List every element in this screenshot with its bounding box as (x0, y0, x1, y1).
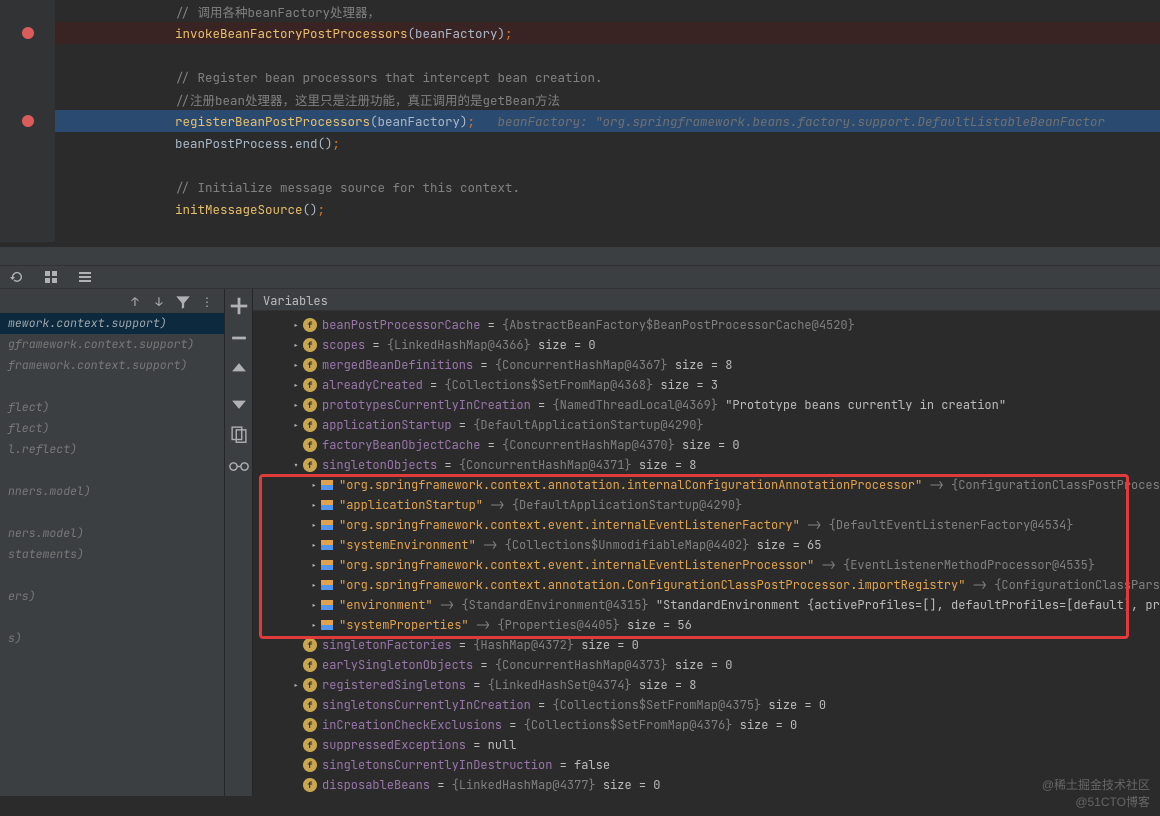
field-icon: f (303, 658, 317, 672)
variable-row[interactable]: ▸fapplicationStartup = {DefaultApplicati… (253, 415, 1160, 435)
variable-row[interactable]: fearlySingletonObjects = {ConcurrentHash… (253, 655, 1160, 675)
field-icon: f (303, 358, 317, 372)
chevron-right-icon[interactable]: ▸ (289, 319, 303, 332)
stack-frame[interactable]: ners.model) (0, 523, 224, 544)
stack-frame[interactable]: nners.model) (0, 481, 224, 502)
stack-frame[interactable]: l.reflect) (0, 439, 224, 460)
settings-icon[interactable] (74, 266, 96, 288)
field-icon: f (303, 418, 317, 432)
chevron-right-icon[interactable]: ▸ (289, 399, 303, 412)
field-icon: f (303, 398, 317, 412)
chevron-right-icon[interactable]: ▸ (289, 339, 303, 352)
variable-row[interactable]: ▸fregisteredSingletons = {LinkedHashSet@… (253, 675, 1160, 695)
code-call: registerBeanPostProcessors (175, 113, 370, 130)
add-watch-icon[interactable] (228, 295, 250, 317)
variable-row[interactable]: fsingletonsCurrentlyInCreation = {Collec… (253, 695, 1160, 715)
code-comment: //注册bean处理器，这里只是注册功能，真正调用的是getBean方法 (175, 92, 560, 109)
stack-frame[interactable]: statements) (0, 544, 224, 565)
variable-row[interactable]: ▾fsingletonObjects = {ConcurrentHashMap@… (253, 455, 1160, 475)
field-icon: f (303, 778, 317, 792)
glasses-icon[interactable] (228, 455, 250, 477)
code-comment: // 调用各种beanFactory处理器， (175, 4, 380, 21)
chevron-right-icon[interactable]: ▸ (289, 359, 303, 372)
code-call: initMessageSource (175, 201, 303, 218)
stack-frame[interactable]: gframework.context.support) (0, 334, 224, 355)
code-call: invokeBeanFactoryPostProcessors (175, 25, 408, 42)
stack-frame[interactable]: flect) (0, 418, 224, 439)
stack-frame[interactable]: framework.context.support) (0, 355, 224, 376)
stack-frame[interactable] (0, 649, 224, 670)
watermark: @稀土掘金技术社区 @51CTO博客 (1042, 776, 1150, 810)
variable-row[interactable]: ▸fbeanPostProcessorCache = {AbstractBean… (253, 315, 1160, 335)
grid-icon[interactable] (40, 266, 62, 288)
more-icon[interactable]: ⋮ (198, 293, 216, 311)
variables-tab[interactable]: Variables (253, 289, 1160, 311)
breakpoint-icon[interactable] (22, 115, 34, 127)
field-icon: f (303, 378, 317, 392)
chevron-right-icon[interactable]: ▸ (289, 379, 303, 392)
copy-icon[interactable] (228, 423, 250, 445)
stack-frame[interactable] (0, 502, 224, 523)
variable-row[interactable]: ▸falreadyCreated = {Collections$SetFromM… (253, 375, 1160, 395)
field-icon: f (303, 678, 317, 692)
debug-toolbar (0, 265, 1160, 289)
variable-row[interactable]: fsuppressedExceptions = null (253, 735, 1160, 755)
frames-panel: ↑ ↓ ⋮ mework.context.support)gframework.… (0, 289, 225, 796)
chevron-right-icon[interactable]: ▸ (289, 679, 303, 692)
field-icon: f (303, 438, 317, 452)
field-icon: f (303, 718, 317, 732)
stack-frame[interactable] (0, 607, 224, 628)
inline-debug-hint: beanFactory: "org.springframework.beans.… (475, 113, 1105, 130)
restart-frame-icon[interactable] (6, 266, 28, 288)
highlight-box (259, 474, 1129, 639)
field-icon: f (303, 458, 317, 472)
field-icon: f (303, 318, 317, 332)
breakpoint-icon[interactable] (22, 27, 34, 39)
chevron-down-icon[interactable]: ▾ (289, 459, 303, 472)
variable-row[interactable]: ffactoryBeanObjectCache = {ConcurrentHas… (253, 435, 1160, 455)
stack-frame[interactable]: mework.context.support) (0, 313, 224, 334)
move-up-icon[interactable] (228, 359, 250, 381)
variable-row[interactable]: fsingletonsCurrentlyInDestruction = fals… (253, 755, 1160, 775)
chevron-right-icon[interactable]: ▸ (289, 419, 303, 432)
code-comment: // Initialize message source for this co… (175, 179, 520, 196)
variable-row[interactable]: ▸fmergedBeanDefinitions = {ConcurrentHas… (253, 355, 1160, 375)
nav-down-icon[interactable]: ↓ (150, 293, 168, 311)
stack-frame[interactable]: flect) (0, 397, 224, 418)
filter-icon[interactable] (174, 293, 192, 311)
variable-row[interactable]: ▸fprototypesCurrentlyInCreation = {Named… (253, 395, 1160, 415)
code-comment: // Register bean processors that interce… (175, 69, 603, 86)
stack-frame[interactable]: ers) (0, 586, 224, 607)
remove-watch-icon[interactable] (228, 327, 250, 349)
field-icon: f (303, 638, 317, 652)
field-icon: f (303, 758, 317, 772)
variable-tool-strip (225, 289, 253, 796)
stack-frame[interactable] (0, 565, 224, 586)
field-icon: f (303, 698, 317, 712)
variable-row[interactable]: ▸fscopes = {LinkedHashMap@4366} size = 0 (253, 335, 1160, 355)
field-icon: f (303, 338, 317, 352)
variables-tree[interactable]: ▸fbeanPostProcessorCache = {AbstractBean… (253, 311, 1160, 796)
code-editor[interactable]: // 调用各种beanFactory处理器， invokeBeanFactory… (0, 0, 1160, 247)
stack-frame[interactable] (0, 376, 224, 397)
move-down-icon[interactable] (228, 391, 250, 413)
nav-up-icon[interactable]: ↑ (126, 293, 144, 311)
field-icon: f (303, 738, 317, 752)
stack-frame[interactable]: s) (0, 628, 224, 649)
stack-frame[interactable] (0, 460, 224, 481)
variable-row[interactable]: fdisposableBeans = {LinkedHashMap@4377} … (253, 775, 1160, 795)
variable-row[interactable]: finCreationCheckExclusions = {Collection… (253, 715, 1160, 735)
